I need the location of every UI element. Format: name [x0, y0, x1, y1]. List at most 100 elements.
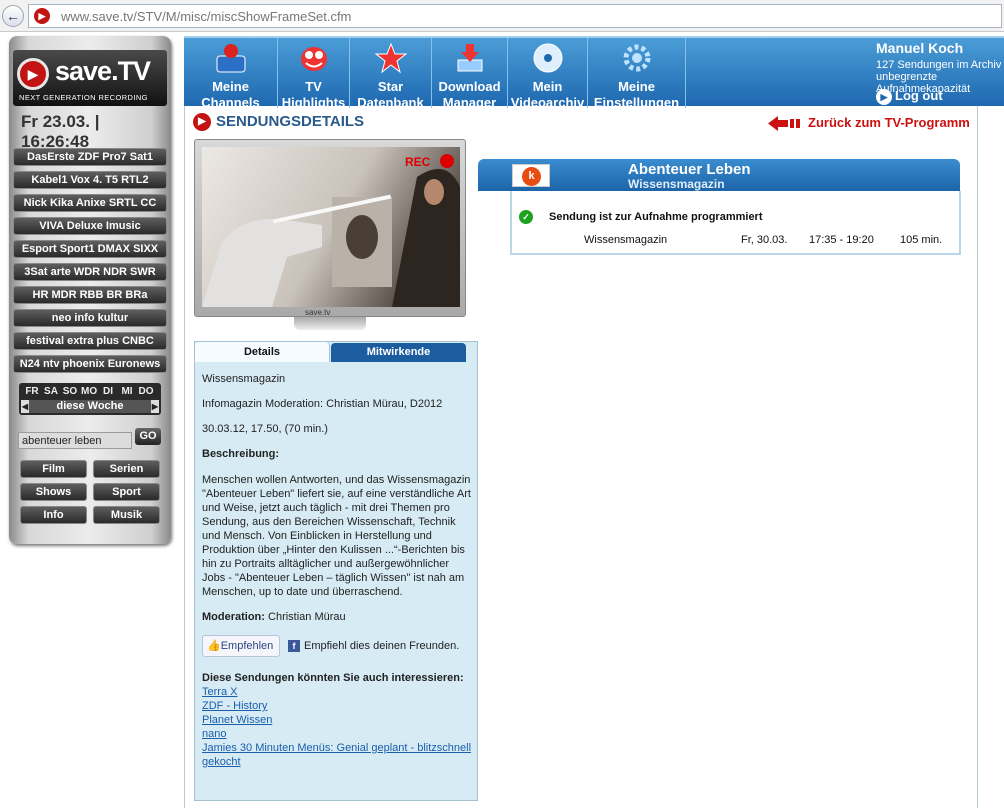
- facebook-icon: f: [288, 640, 300, 653]
- channel-group-button[interactable]: N24 ntv phoenix Euronews: [13, 355, 167, 373]
- logo-subtitle: NEXT GENERATION RECORDING: [19, 93, 148, 102]
- user-panel: Manuel Koch 127 Sendungen im Archiv unbe…: [870, 38, 1004, 108]
- category-serien-button[interactable]: Serien: [93, 460, 160, 478]
- channel-group-button[interactable]: VIVA Deluxe Imusic: [13, 217, 167, 235]
- category-musik-button[interactable]: Musik: [93, 506, 160, 524]
- preview-scene: [202, 169, 460, 307]
- nav-mein-videoarchiv[interactable]: Mein Videoarchiv: [508, 38, 588, 110]
- nav-download-manager[interactable]: Download Manager: [432, 38, 508, 110]
- day-tab[interactable]: MI: [119, 385, 135, 398]
- channel-group-button[interactable]: 3Sat arte WDR NDR SWR: [13, 263, 167, 281]
- person-icon: [216, 44, 245, 73]
- nav-label: Mein Videoarchiv: [510, 79, 585, 110]
- content-divider: [184, 106, 185, 808]
- category-film-button[interactable]: Film: [20, 460, 87, 478]
- nav-label: Star Datenbank: [357, 79, 424, 110]
- rec-label: REC: [405, 155, 431, 169]
- details-body: Wissensmagazin Infomagazin Moderation: C…: [202, 372, 474, 769]
- nav-tv-highlights[interactable]: TV Highlights: [278, 38, 350, 110]
- recording-status: Sendung ist zur Aufnahme programmiert: [549, 211, 763, 223]
- day-tab[interactable]: SA: [43, 385, 59, 398]
- back-arrow-icon[interactable]: ←: [2, 5, 24, 27]
- related-link[interactable]: nano: [202, 727, 474, 741]
- address-bar[interactable]: ▶ www.save.tv/STV/M/misc/miscShowFrameSe…: [28, 4, 1002, 28]
- nav-label: TV Highlights: [281, 79, 346, 110]
- gear-icon: [623, 44, 650, 72]
- day-tab[interactable]: SO: [62, 385, 78, 398]
- day-tab[interactable]: DO: [138, 385, 154, 398]
- tab-details[interactable]: Details: [195, 342, 330, 362]
- channel-group-button[interactable]: Kabel1 Vox 4. T5 RTL2: [13, 171, 167, 189]
- rec-indicator-icon: [440, 154, 454, 168]
- nav-meine-einstellungen[interactable]: Meine Einstellungen: [588, 38, 686, 110]
- url-text[interactable]: www.save.tv/STV/M/misc/miscShowFrameSet.…: [61, 9, 351, 24]
- logo[interactable]: ▶ save.TV NEXT GENERATION RECORDING: [13, 50, 167, 106]
- user-name: Manuel Koch: [876, 40, 964, 56]
- airing-info: 30.03.12, 17.50, (70 min.): [202, 423, 328, 435]
- archive-count: 127 Sendungen im Archiv: [876, 59, 1002, 71]
- browser-toolbar: ← ▶ www.save.tv/STV/M/misc/miscShowFrame…: [0, 0, 1004, 32]
- check-icon: ✓: [519, 210, 533, 224]
- channel-group-button[interactable]: neo info kultur: [13, 309, 167, 327]
- nav-label: Meine Channels: [201, 79, 260, 110]
- nav-meine-channels[interactable]: Meine Channels: [184, 38, 278, 110]
- related-link[interactable]: Terra X: [202, 685, 474, 699]
- tv-brand: save.tv: [305, 308, 331, 317]
- category-info-button[interactable]: Info: [20, 506, 87, 524]
- nav-label: Meine Einstellungen: [593, 79, 680, 110]
- day-selector: FR SA SO MO DI MI DO ◀ diese Woche ▶: [19, 383, 161, 415]
- tv-stand: [294, 317, 366, 330]
- day-tab[interactable]: DI: [100, 385, 116, 398]
- related-link[interactable]: Planet Wissen: [202, 713, 474, 727]
- nav-star-datenbank[interactable]: Star Datenbank: [350, 38, 432, 110]
- day-tab[interactable]: MO: [81, 385, 97, 398]
- channel-group-button[interactable]: Esport Sport1 DMAX SIXX: [13, 240, 167, 258]
- star-icon: [374, 42, 407, 74]
- airing-duration: 105 min.: [900, 234, 943, 246]
- program-subtitle: Wissensmagazin: [628, 177, 725, 191]
- like-button[interactable]: 👍Empfehlen: [202, 635, 280, 657]
- program-title: Abenteuer Leben: [628, 161, 751, 178]
- day-tab[interactable]: FR: [24, 385, 40, 398]
- logout-link[interactable]: ▶ Log out: [876, 88, 943, 105]
- tv-frame: REC save.tv: [194, 139, 466, 317]
- content-divider: [977, 106, 978, 808]
- category-sport-button[interactable]: Sport: [93, 483, 160, 501]
- page-title: ▶ SENDUNGSDETAILS: [193, 113, 364, 131]
- channel-group-button[interactable]: HR MDR RBB BR BRa: [13, 286, 167, 304]
- description: Menschen wollen Antworten, und das Wisse…: [202, 474, 471, 598]
- page-title-text: SENDUNGSDETAILS: [216, 113, 365, 130]
- airing-title: Wissensmagazin: [584, 234, 668, 246]
- description-label: Beschreibung:: [202, 448, 280, 460]
- download-icon: [457, 44, 482, 72]
- tv-mascot-icon: [300, 47, 327, 71]
- channel-logo: k: [512, 164, 550, 187]
- related-link[interactable]: Jamies 30 Minuten Menüs: Genial geplant …: [202, 741, 474, 769]
- clock: Fr 23.03. | 16:26:48: [21, 112, 100, 151]
- airing-date: Fr, 30.03.: [741, 234, 788, 246]
- genre: Wissensmagazin: [202, 373, 286, 385]
- tab-mitwirkende[interactable]: Mitwirkende: [331, 343, 466, 362]
- go-button[interactable]: GO: [135, 428, 161, 445]
- category-shows-button[interactable]: Shows: [20, 483, 87, 501]
- info-line: Infomagazin Moderation: Christian Mürau,…: [202, 398, 443, 410]
- preview-image: REC: [202, 147, 460, 307]
- disc-icon: [533, 43, 562, 73]
- search-input[interactable]: [18, 432, 132, 449]
- prev-week-icon[interactable]: ◀: [21, 400, 29, 413]
- next-week-icon[interactable]: ▶: [151, 400, 159, 413]
- channel-group-button[interactable]: festival extra plus CNBC: [13, 332, 167, 350]
- nav-label: Download Manager: [438, 79, 501, 110]
- program-status-box: ✓ Sendung ist zur Aufnahme programmiert …: [510, 191, 961, 255]
- share-text: Empfiehl dies deinen Freunden.: [304, 640, 460, 652]
- details-panel: Details Mitwirkende Wissensmagazin Infom…: [194, 341, 478, 801]
- channel-group-button[interactable]: DasErste ZDF Pro7 Sat1: [13, 148, 167, 166]
- top-navigation: Meine Channels TV Highlights Star Datenb…: [184, 36, 1004, 110]
- related-link[interactable]: ZDF - History: [202, 699, 474, 713]
- week-label: diese Woche: [56, 400, 124, 412]
- play-icon: ▶: [193, 113, 211, 131]
- back-to-tv-program-link[interactable]: Zurück zum TV-Programm: [768, 115, 970, 132]
- channel-group-button[interactable]: Nick Kika Anixe SRTL CC: [13, 194, 167, 212]
- week-selector[interactable]: ◀ diese Woche ▶: [21, 400, 159, 413]
- logout-icon: ▶: [876, 88, 892, 105]
